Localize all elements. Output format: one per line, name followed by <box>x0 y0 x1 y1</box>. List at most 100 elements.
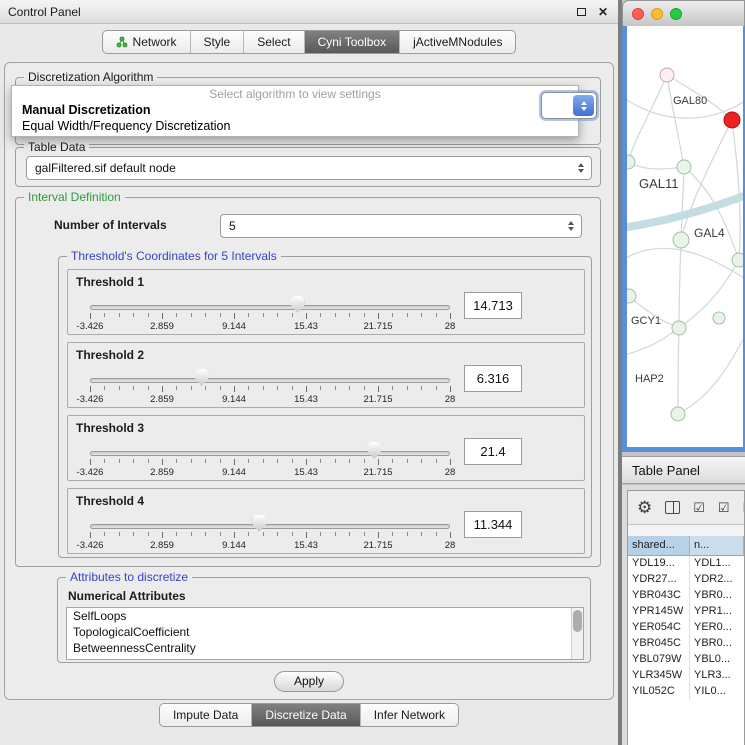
checkbox-icon[interactable]: ☑ <box>718 501 730 514</box>
popup-item-manual-discretization[interactable]: Manual Discretization <box>12 103 578 119</box>
slider-tick <box>234 313 235 319</box>
threshold-slider[interactable]: -3.4262.8599.14415.4321.71528 <box>90 438 450 480</box>
tab-select[interactable]: Select <box>244 31 304 53</box>
slider-scale-label: 2.859 <box>150 321 174 332</box>
network-edge <box>732 120 740 260</box>
table-cell[interactable]: YBR043C <box>628 588 690 604</box>
network-node[interactable] <box>713 312 725 324</box>
slider-track[interactable] <box>90 451 450 456</box>
table-cell[interactable]: YBR0... <box>690 636 744 652</box>
close-icon: ✕ <box>598 6 608 18</box>
table-data-combobox[interactable]: galFiltered.sif default node <box>26 156 592 180</box>
slider-tick <box>306 313 307 319</box>
algorithm-combobox[interactable] <box>541 92 597 119</box>
threshold-slider[interactable]: -3.4262.8599.14415.4321.71528 <box>90 365 450 407</box>
table-row[interactable]: YPR145WYPR1... <box>628 604 744 620</box>
list-item[interactable]: SelfLoops <box>67 608 583 624</box>
zoom-traffic-light[interactable] <box>670 8 682 20</box>
tab-network[interactable]: Network <box>103 31 191 53</box>
table-row[interactable]: YDR27...YDR2... <box>628 572 744 588</box>
slider-track[interactable] <box>90 524 450 529</box>
slider-tick <box>205 313 206 317</box>
network-node[interactable] <box>732 253 743 267</box>
network-node[interactable] <box>672 321 686 335</box>
table-row[interactable]: YBL079WYBL0... <box>628 652 744 668</box>
network-node[interactable] <box>660 68 674 82</box>
close-traffic-light[interactable] <box>632 8 644 20</box>
slider-thumb[interactable] <box>291 296 304 313</box>
list-scrollbar[interactable] <box>571 608 583 659</box>
close-button[interactable]: ✕ <box>596 5 610 19</box>
num-intervals-spinner[interactable]: 5 <box>220 214 582 238</box>
table-cell[interactable]: YPR145W <box>628 604 690 620</box>
table-row[interactable]: YER054CYER0... <box>628 620 744 636</box>
slider-tick <box>176 313 177 317</box>
minimize-traffic-light[interactable] <box>651 8 663 20</box>
table-cell[interactable]: YER054C <box>628 620 690 636</box>
tab-impute-data[interactable]: Impute Data <box>160 704 252 726</box>
slider-thumb[interactable] <box>253 515 266 532</box>
numerical-attributes-list[interactable]: SelfLoopsTopologicalCoefficientBetweenne… <box>66 607 584 660</box>
network-canvas[interactable]: GAL80GAL11GAL4GCY1HAP2 <box>622 26 745 452</box>
slider-tick <box>90 459 91 465</box>
table-row[interactable]: YBR043CYBR0... <box>628 588 744 604</box>
list-scrollbar-thumb[interactable] <box>573 610 582 632</box>
threshold-slider[interactable]: -3.4262.8599.14415.4321.71528 <box>90 292 450 334</box>
slider-tick <box>162 313 163 319</box>
slider-tick <box>349 459 350 463</box>
table-row[interactable]: YLR345WYLR3... <box>628 668 744 684</box>
threshold-value-field[interactable]: 21.4 <box>464 438 522 465</box>
table-cell[interactable]: YBR045C <box>628 636 690 652</box>
tab-discretize-data[interactable]: Discretize Data <box>252 704 360 726</box>
table-cell[interactable]: YIL052C <box>628 684 690 700</box>
table-cell[interactable]: YLR3... <box>690 668 744 684</box>
columns-icon[interactable] <box>665 501 680 514</box>
table-cell[interactable]: YIL0... <box>690 684 744 700</box>
list-item[interactable]: TopologicalCoefficient <box>67 624 583 640</box>
table-data-groupbox: Table Data galFiltered.sif default node <box>15 147 601 187</box>
checkbox-icon[interactable]: ☑ <box>693 501 705 514</box>
column-header-name[interactable]: n... <box>690 536 744 556</box>
network-node[interactable] <box>627 289 636 303</box>
tab-label: Impute Data <box>173 708 238 722</box>
table-cell[interactable]: YER0... <box>690 620 744 636</box>
gear-icon[interactable]: ⚙ <box>637 499 652 516</box>
list-item[interactable]: BetweennessCentrality <box>67 640 583 656</box>
network-node[interactable] <box>724 112 740 128</box>
threshold-slider[interactable]: -3.4262.8599.14415.4321.71528 <box>90 511 450 553</box>
slider-thumb[interactable] <box>195 369 208 386</box>
slider-tick <box>205 386 206 390</box>
bottom-tabs-segmented: Impute Data Discretize Data Infer Networ… <box>159 703 459 727</box>
checkbox-icon[interactable]: ☑ <box>743 501 744 514</box>
table-cell[interactable]: YDL19... <box>628 556 690 572</box>
threshold-value-field[interactable]: 11.344 <box>464 511 522 538</box>
table-cell[interactable]: YBL079W <box>628 652 690 668</box>
table-cell[interactable]: YBR0... <box>690 588 744 604</box>
network-node[interactable] <box>627 155 635 169</box>
table-cell[interactable]: YDL1... <box>690 556 744 572</box>
apply-button[interactable]: Apply <box>274 671 344 692</box>
threshold-value-field[interactable]: 14.713 <box>464 292 522 319</box>
slider-thumb[interactable] <box>368 442 381 459</box>
network-node[interactable] <box>677 160 691 174</box>
network-node[interactable] <box>671 407 685 421</box>
tab-jactivemnodules[interactable]: jActiveMNodules <box>400 31 515 53</box>
table-row[interactable]: YDL19...YDL1... <box>628 556 744 572</box>
network-node[interactable] <box>673 232 689 248</box>
table-row[interactable]: YIL052CYIL0... <box>628 684 744 700</box>
table-cell[interactable]: YLR345W <box>628 668 690 684</box>
slider-track[interactable] <box>90 305 450 310</box>
table-cell[interactable]: YPR1... <box>690 604 744 620</box>
undock-button[interactable] <box>574 5 588 19</box>
tab-infer-network[interactable]: Infer Network <box>361 704 458 726</box>
column-header-shared-name[interactable]: shared... <box>628 536 690 556</box>
threshold-value-field[interactable]: 6.316 <box>464 365 522 392</box>
tab-cyni-toolbox[interactable]: Cyni Toolbox <box>305 31 400 53</box>
table-cell[interactable]: YDR27... <box>628 572 690 588</box>
table-cell[interactable]: YDR2... <box>690 572 744 588</box>
slider-track[interactable] <box>90 378 450 383</box>
table-cell[interactable]: YBL0... <box>690 652 744 668</box>
popup-item-equal-width-frequency[interactable]: Equal Width/Frequency Discretization <box>12 119 578 135</box>
tab-style[interactable]: Style <box>191 31 245 53</box>
table-row[interactable]: YBR045CYBR0... <box>628 636 744 652</box>
